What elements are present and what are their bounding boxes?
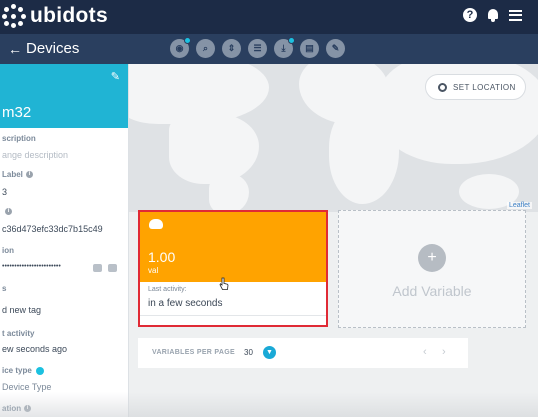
add-variable-label: Add Variable <box>392 283 472 299</box>
device-type-label-text: ice type <box>2 366 32 375</box>
variable-name: val <box>148 266 159 275</box>
leaflet-attribution[interactable]: Leaflet <box>506 202 532 209</box>
location-map[interactable]: SET LOCATION Leaflet <box>129 64 538 212</box>
top-navbar: ubidots ? <box>0 0 538 34</box>
token-label: ion <box>2 246 14 255</box>
info-icon[interactable]: i <box>25 171 33 179</box>
card-divider <box>140 315 326 316</box>
location-label-text: ation <box>2 404 22 413</box>
devices-title: Devices <box>26 40 80 57</box>
back-to-devices-link[interactable]: ← Devices <box>8 40 79 57</box>
add-variable-card[interactable]: + Add Variable <box>338 210 526 328</box>
list-icon[interactable]: ☰ <box>248 39 267 58</box>
eye-icon[interactable]: ◉ <box>170 37 191 58</box>
copy-icon[interactable] <box>93 264 102 272</box>
cloud-icon <box>149 219 163 229</box>
previous-page-button[interactable]: ‹ <box>423 346 427 358</box>
crosshair-icon <box>438 82 447 92</box>
variable-card-header: 1.00 val <box>140 212 326 282</box>
hand-cursor-icon <box>219 277 229 290</box>
clipboard-icon[interactable]: ▤ <box>300 39 319 58</box>
set-location-label: SET LOCATION <box>453 82 516 92</box>
device-id-value: c36d473efc33dc7b15c49 <box>2 224 103 234</box>
info-icon[interactable]: i <box>5 208 12 216</box>
description-label: scription <box>2 134 36 143</box>
device-name: m32 <box>2 104 32 121</box>
set-location-button[interactable]: SET LOCATION <box>425 74 526 100</box>
device-type-value[interactable]: Device Type <box>2 382 51 392</box>
api-label-label: Label i <box>2 170 33 179</box>
wrench-icon[interactable]: ✎ <box>326 39 345 58</box>
hamburger-menu-icon[interactable] <box>509 9 522 21</box>
info-icon[interactable]: i <box>24 405 32 413</box>
device-type-status-icon <box>35 366 44 375</box>
token-value: •••••••••••••••••••••••• <box>2 263 61 270</box>
api-label-value: 3 <box>2 187 8 197</box>
variable-card[interactable]: 1.00 val Last activity: in a few seconds <box>138 210 328 327</box>
download-icon[interactable]: ⤓ <box>274 37 295 58</box>
map-landmass <box>169 114 259 184</box>
logo-dots-icon <box>2 4 26 28</box>
last-activity-label: t activity <box>2 329 35 338</box>
help-icon[interactable]: ? <box>463 8 477 22</box>
map-landmass <box>209 174 249 212</box>
device-details-panel: ✎ m32 scription ange description Label i … <box>0 64 129 417</box>
next-page-button[interactable]: › <box>442 346 446 358</box>
per-page-count: 30 <box>244 348 253 357</box>
tags-label: s <box>2 284 7 293</box>
last-activity-value: ew seconds ago <box>2 344 68 354</box>
add-tag-field[interactable]: d new tag <box>2 305 41 315</box>
variable-value: 1.00 <box>148 249 176 265</box>
search-icon[interactable]: ⌕ <box>196 39 215 58</box>
device-header: ✎ m32 <box>0 64 128 128</box>
bell-icon[interactable] <box>487 8 499 22</box>
last-activity-value: in a few seconds <box>148 298 223 309</box>
arrow-left-icon: ← <box>8 40 22 57</box>
plus-icon: + <box>418 244 446 272</box>
brand-name: ubidots <box>30 4 108 27</box>
ubidots-logo[interactable]: ubidots <box>2 4 108 28</box>
id-label: i <box>2 207 12 216</box>
chevron-down-icon[interactable]: ▼ <box>263 346 276 359</box>
device-type-label: ice type <box>2 366 44 375</box>
last-activity-label: Last activity: <box>148 286 187 293</box>
sort-icon[interactable]: ⇕ <box>222 39 241 58</box>
per-page-label: VARIABLES PER PAGE <box>152 349 235 356</box>
location-label: ation i <box>2 404 32 413</box>
show-eye-icon[interactable] <box>108 264 117 272</box>
api-label-text: Label <box>2 170 23 179</box>
description-field[interactable]: ange description <box>2 150 68 160</box>
edit-pencil-icon[interactable]: ✎ <box>111 70 120 83</box>
devices-toolbar: ← Devices ◉ ⌕ ⇕ ☰ ⤓ ▤ ✎ <box>0 34 538 64</box>
pagination-bar: VARIABLES PER PAGE 30 ▼ ‹ › <box>138 338 468 368</box>
